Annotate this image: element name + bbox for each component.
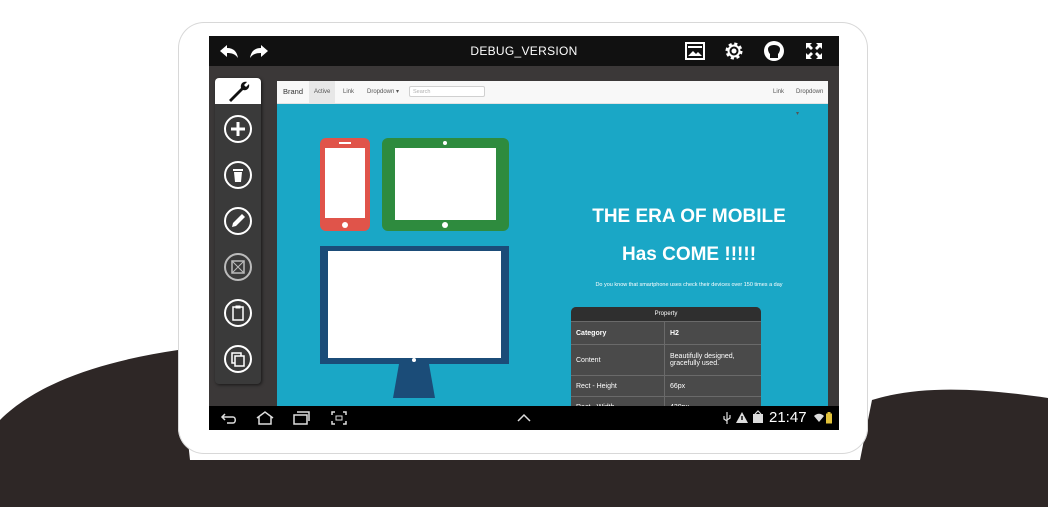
- warning-icon: [735, 409, 749, 427]
- property-value: Beautifully designed, gracefully used.: [670, 353, 735, 367]
- edit-icon[interactable]: [223, 206, 253, 236]
- settings-icon[interactable]: [722, 39, 746, 63]
- battery-icon: [825, 409, 833, 427]
- gallery-icon[interactable]: [683, 39, 707, 63]
- table-row: Rect - Height 66px: [571, 375, 761, 396]
- screenshot-icon[interactable]: [329, 409, 349, 427]
- app-screen: DEBUG_VERSION Brand Active Link Dropdown…: [209, 36, 839, 430]
- up-chevron-icon[interactable]: [515, 409, 533, 427]
- copy-icon[interactable]: [223, 344, 253, 374]
- property-key: Content: [571, 345, 665, 375]
- wifi-icon: [813, 409, 825, 427]
- property-value: 66px: [670, 382, 686, 390]
- property-value: H2: [670, 329, 679, 337]
- home-icon[interactable]: [254, 409, 276, 427]
- crop-icon[interactable]: [223, 252, 253, 282]
- headline-line-1: THE ERA OF MOBILE: [592, 206, 786, 227]
- top-app-bar: DEBUG_VERSION: [209, 36, 839, 66]
- editor-canvas: Brand Active Link Dropdown ▾ Search Link…: [209, 66, 839, 411]
- property-key: Category: [571, 322, 665, 344]
- tablet-illustration: [382, 138, 509, 231]
- table-row: Content Beautifully designed, gracefully…: [571, 344, 761, 375]
- github-icon[interactable]: [762, 39, 786, 63]
- property-table-title: Property: [571, 307, 761, 321]
- back-icon[interactable]: [219, 409, 239, 427]
- tool-panel: [215, 78, 261, 384]
- wrench-icon[interactable]: [215, 78, 261, 104]
- recents-icon[interactable]: [291, 409, 311, 427]
- property-table: Property Category H2 Content Beautifully…: [571, 307, 761, 411]
- usb-icon: [721, 409, 733, 427]
- headline-subtext: Do you know that smartphone uses check t…: [595, 282, 783, 288]
- scene: DEBUG_VERSION Brand Active Link Dropdown…: [0, 0, 1048, 507]
- webpage-preview[interactable]: Brand Active Link Dropdown ▾ Search Link…: [277, 81, 828, 411]
- property-key: Rect - Height: [571, 376, 665, 396]
- table-row: Category H2: [571, 321, 761, 344]
- clipboard-icon[interactable]: [223, 298, 253, 328]
- status-clock: 21:47: [769, 409, 807, 426]
- headline-line-2: Has COME !!!!!: [621, 244, 757, 265]
- delete-icon[interactable]: [223, 160, 253, 190]
- add-icon[interactable]: [223, 114, 253, 144]
- phone-illustration: [320, 138, 370, 231]
- monitor-illustration: [320, 246, 509, 398]
- fullscreen-icon[interactable]: [802, 39, 826, 63]
- system-nav-bar: 21:47: [209, 406, 839, 430]
- notification-icon: [751, 409, 765, 427]
